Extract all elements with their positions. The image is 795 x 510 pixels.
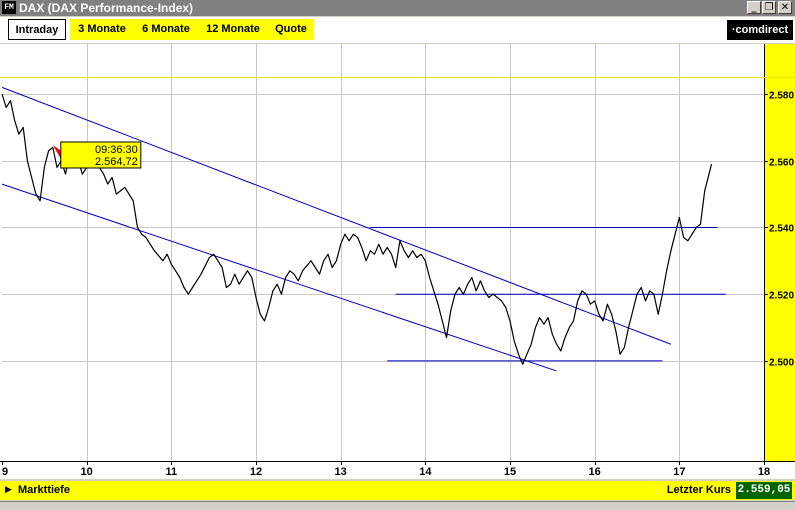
x-tick-label: 14 [419,466,432,478]
intraday-chart[interactable]: 9 10 11 12 13 14 15 16 17 18 2.500 2.520 2.540 2.560 2… [0,44,795,479]
tab-quote[interactable]: Quote [268,19,314,40]
window-title: DAX (DAX Performance-Index) [19,1,194,15]
tooltip-time: 09:36:30 [95,144,138,156]
title-bar: FM DAX (DAX Performance-Index) _ ❐ ✕ [0,0,795,16]
tab-3-monate[interactable]: 3 Monate [70,19,134,40]
minimize-button[interactable]: _ [747,1,761,14]
y-tick-label: 2.500 [769,358,794,369]
letzter-kurs-label: Letzter Kurs [666,484,731,496]
x-tick-label: 17 [673,466,685,478]
x-tick-label: 11 [166,466,178,478]
tooltip-value: 2.564,72 [95,156,138,168]
x-tick-label: 13 [335,466,347,478]
y-tick-label: 2.520 [769,291,794,302]
x-tick-label: 9 [2,466,8,478]
restore-button[interactable]: ❐ [762,1,776,14]
x-tick-label: 18 [758,466,770,478]
x-tick-label: 12 [250,466,262,478]
tab-12-monate[interactable]: 12 Monate [198,19,268,40]
y-tick-label: 2.560 [769,158,794,169]
y-tick-label: 2.540 [769,224,794,235]
bottom-bar: ▶ Markttiefe Letzter Kurs 2.559,05 [0,481,795,500]
x-tick-label: 16 [589,466,601,478]
app-icon: FM [2,1,16,14]
comdirect-logo: ·comdirect [727,20,793,40]
tab-6-monate[interactable]: 6 Monate [134,19,198,40]
close-button[interactable]: ✕ [778,1,792,14]
letzter-kurs-value: 2.559,05 [736,482,792,499]
x-tick-label: 10 [81,466,93,478]
tab-intraday[interactable]: Intraday [8,19,66,40]
x-tick-label: 15 [504,466,516,478]
expand-arrow-icon[interactable]: ▶ [5,481,12,500]
markttiefe-button[interactable]: Markttiefe [18,481,70,500]
plot-background [0,44,795,479]
y-tick-label: 2.580 [769,91,794,102]
y-axis-panel [764,44,795,461]
toolbar: Intraday 3 Monate 6 Monate 12 Monate Quo… [0,17,795,43]
